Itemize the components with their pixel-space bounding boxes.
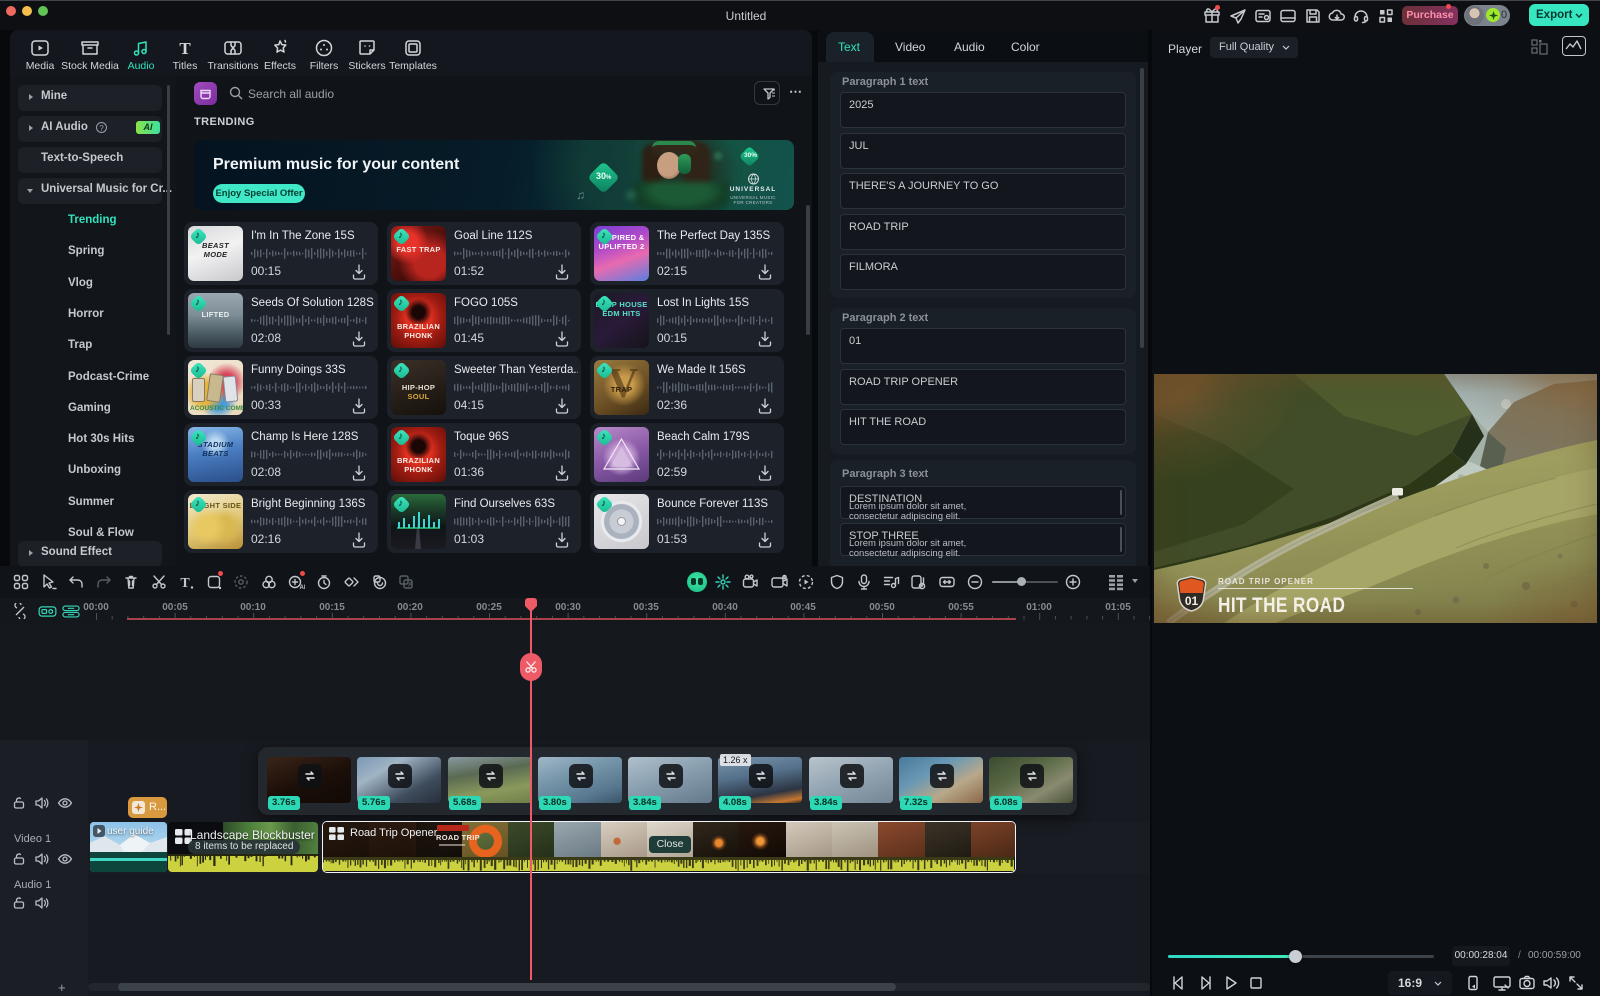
svg-text:T: T xyxy=(180,576,190,591)
svg-text:01: 01 xyxy=(1185,594,1199,608)
svg-text:T: T xyxy=(179,39,191,58)
svg-text:A: A xyxy=(408,582,413,589)
svg-text:AI: AI xyxy=(300,585,306,591)
